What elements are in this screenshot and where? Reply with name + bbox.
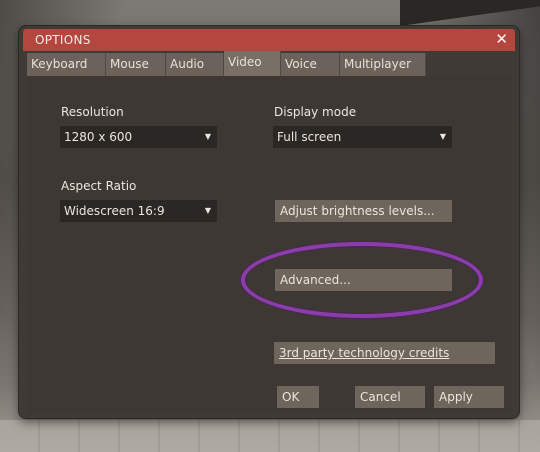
title-bar: OPTIONS ✕ (23, 29, 515, 51)
adjust-brightness-button[interactable]: Adjust brightness levels... (275, 200, 452, 222)
chevron-down-icon: ▼ (439, 132, 446, 141)
tab-multiplayer[interactable]: Multiplayer (340, 53, 426, 76)
tab-mouse[interactable]: Mouse (106, 53, 166, 76)
close-icon[interactable]: ✕ (495, 30, 508, 48)
credits-button[interactable]: 3rd party technology credits (274, 342, 495, 364)
apply-button[interactable]: Apply (434, 386, 504, 408)
resolution-label: Resolution (61, 105, 124, 119)
tab-video[interactable]: Video (224, 51, 281, 76)
display-mode-value: Full screen (277, 130, 342, 144)
highlight-ring (241, 242, 483, 318)
chevron-down-icon: ▼ (204, 132, 211, 141)
window-title: OPTIONS (35, 33, 91, 47)
ok-button[interactable]: OK (277, 386, 319, 408)
display-mode-dropdown[interactable]: Full screen ▼ (273, 126, 452, 148)
cancel-button[interactable]: Cancel (355, 386, 425, 408)
background-floor (0, 420, 540, 452)
aspect-ratio-value: Widescreen 16:9 (64, 204, 165, 218)
tab-voice[interactable]: Voice (281, 53, 340, 76)
resolution-value: 1280 x 600 (64, 130, 133, 144)
aspect-ratio-label: Aspect Ratio (61, 179, 137, 193)
chevron-down-icon: ▼ (204, 206, 211, 215)
options-dialog: OPTIONS ✕ Keyboard Mouse Audio Video Voi… (19, 26, 519, 418)
tab-audio[interactable]: Audio (166, 53, 224, 76)
display-mode-label: Display mode (274, 105, 357, 119)
tab-keyboard[interactable]: Keyboard (27, 53, 106, 76)
credits-link-label: 3rd party technology credits (279, 346, 450, 360)
aspect-ratio-dropdown[interactable]: Widescreen 16:9 ▼ (60, 200, 217, 222)
resolution-dropdown[interactable]: 1280 x 600 ▼ (60, 126, 217, 148)
